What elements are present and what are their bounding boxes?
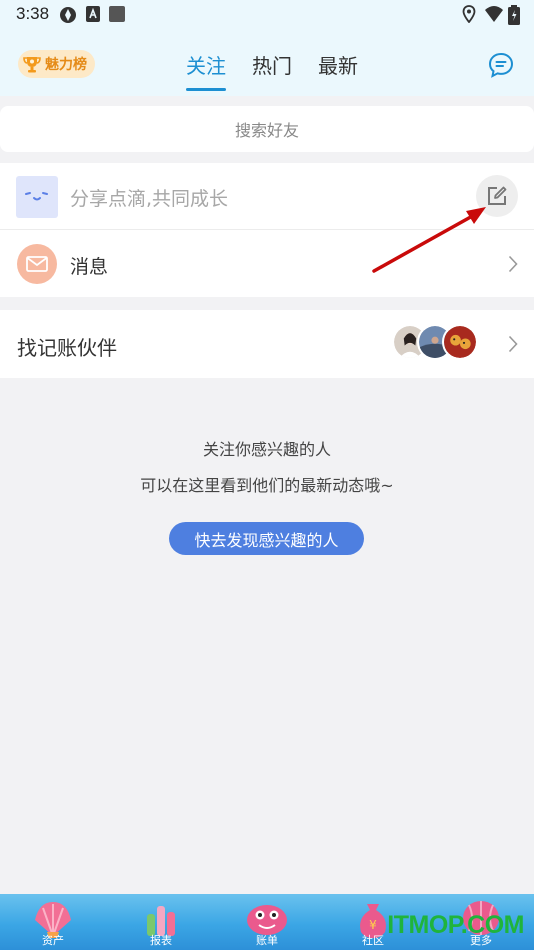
discover-people-button[interactable]: 快去发现感兴趣的人 [169, 522, 364, 555]
empty-state-subtitle: 可以在这里看到他们的最新动态哦~ [140, 476, 394, 495]
nav-label-assets: 资产 [42, 934, 64, 947]
charm-rank-button[interactable]: 魅力榜 [18, 50, 95, 78]
mail-icon [26, 256, 48, 272]
battery-icon [508, 5, 520, 25]
messages-label: 消息 [70, 256, 109, 278]
trophy-icon [23, 57, 41, 73]
svg-text:¥: ¥ [369, 918, 377, 932]
empty-state-title: 关注你感兴趣的人 [202, 440, 331, 459]
find-partner-label: 找记账伙伴 [17, 336, 117, 360]
partner-avatars [392, 324, 482, 362]
wifi-icon [485, 6, 503, 22]
messages-row[interactable]: 消息 [0, 230, 534, 297]
square-notification-icon [109, 6, 125, 22]
location-icon [462, 5, 476, 23]
mail-icon-badge [17, 244, 57, 284]
app-notification-icon [86, 6, 100, 22]
nav-item-bills[interactable]: 账单 [227, 894, 307, 950]
charm-rank-label: 魅力榜 [45, 57, 87, 73]
search-friends-input[interactable]: 搜索好友 [0, 106, 534, 152]
post-placeholder: 分享点滴,共同成长 [70, 188, 229, 210]
nav-label-bills: 账单 [256, 934, 278, 947]
chevron-right-icon [508, 255, 518, 273]
tab-popular[interactable]: 热门 [252, 50, 292, 87]
nav-item-assets[interactable]: 资产 [13, 894, 93, 950]
find-partner-row[interactable]: 找记账伙伴 [0, 310, 534, 378]
chat-bubble-icon[interactable] [488, 52, 514, 78]
feed-tabs: 关注 热门 最新 [186, 50, 358, 91]
status-bar: 3:38 [0, 0, 534, 30]
notification-icon [60, 7, 76, 23]
avatar [442, 324, 478, 360]
nav-label-reports: 报表 [150, 934, 172, 947]
nav-item-reports[interactable]: 报表 [121, 894, 201, 950]
watermark: ITMOP.COM [387, 911, 524, 939]
chevron-right-icon [508, 335, 518, 353]
tab-latest[interactable]: 最新 [318, 50, 358, 87]
post-composer[interactable]: 分享点滴,共同成长 [0, 163, 534, 229]
smile-face-icon [25, 192, 48, 201]
header: 魅力榜 关注 热门 最新 [0, 30, 534, 96]
tab-following[interactable]: 关注 [186, 50, 226, 91]
edit-icon [488, 186, 507, 205]
edit-post-button[interactable] [476, 175, 518, 217]
avatar [16, 176, 58, 218]
status-time: 3:38 [16, 4, 50, 23]
